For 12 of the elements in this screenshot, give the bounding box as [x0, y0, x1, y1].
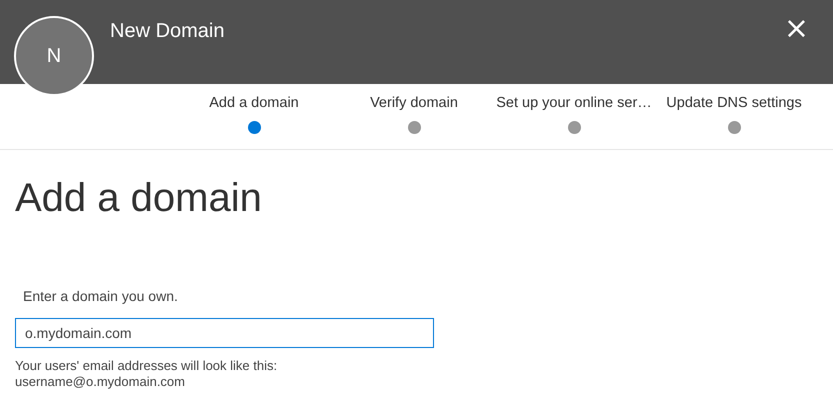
page-title: Add a domain [15, 176, 263, 222]
step-label: Verify domain [370, 95, 458, 111]
step-label: Add a domain [209, 95, 299, 111]
window-title: New Domain [110, 20, 224, 43]
hint-text: Your users' email addresses will look like this: [15, 358, 278, 374]
domain-input-field[interactable]: o.mydomain.com [15, 318, 434, 348]
field-label: Enter a domain you own. [23, 288, 179, 304]
avatar: N [14, 16, 94, 96]
step-label: Update DNS settings [666, 95, 802, 111]
hint-text: username@o.mydomain.com [15, 374, 185, 390]
step-label: Set up your online ser… [496, 95, 652, 111]
close-button[interactable]: × [780, 14, 813, 44]
